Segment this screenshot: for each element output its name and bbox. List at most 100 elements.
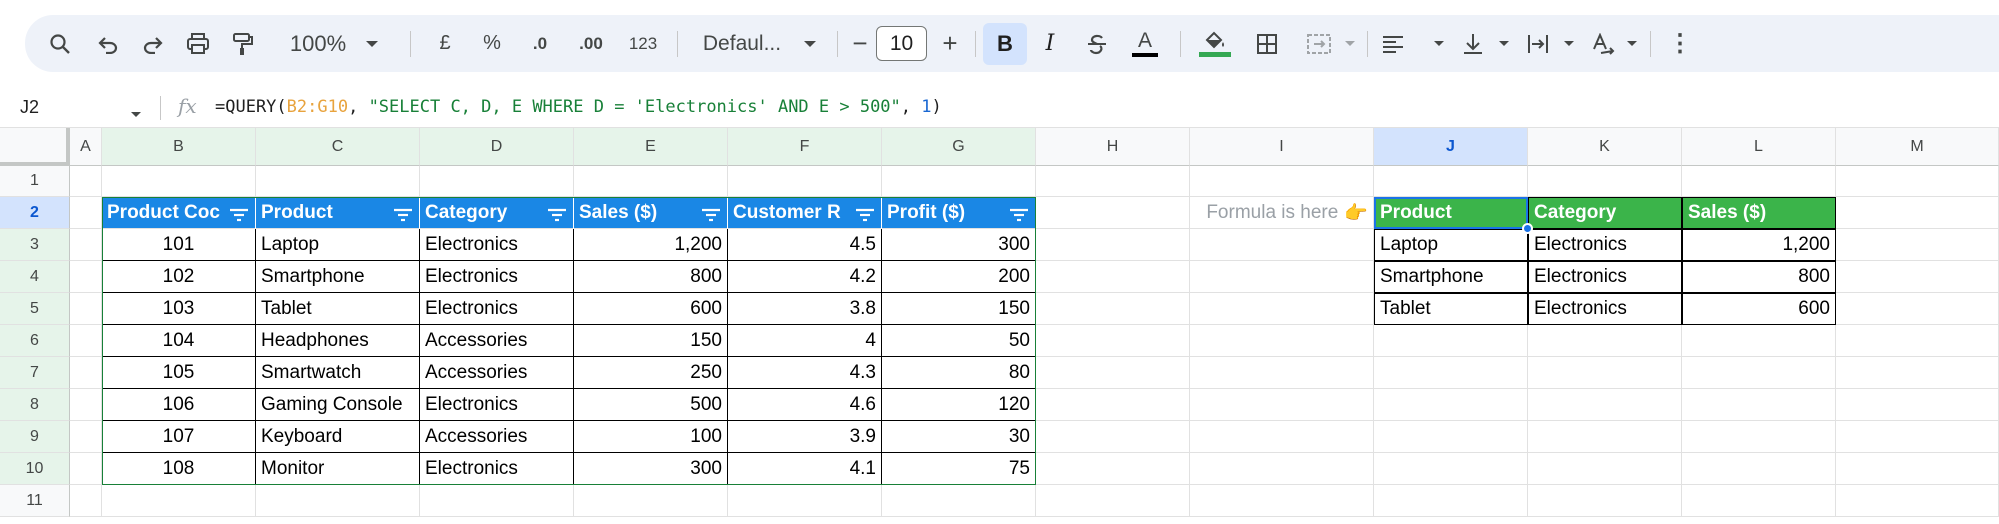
cell-j6[interactable] (1374, 325, 1528, 357)
currency-button[interactable]: £ (430, 15, 460, 72)
undo-icon[interactable] (90, 15, 126, 72)
source-data-cell[interactable]: 4 (728, 325, 882, 357)
source-data-cell[interactable]: Electronics (420, 293, 574, 325)
align-chevron-down-icon[interactable] (1430, 15, 1448, 72)
cell-b11[interactable] (102, 485, 256, 517)
percent-button[interactable]: % (477, 15, 507, 72)
cell-h10[interactable] (1036, 453, 1190, 485)
source-data-cell[interactable]: 107 (102, 421, 256, 453)
cell-m11[interactable] (1836, 485, 1999, 517)
cell-k6[interactable] (1528, 325, 1682, 357)
column-header-d[interactable]: D (420, 128, 574, 166)
cell-b1[interactable] (102, 166, 256, 197)
merge-chevron-down-icon[interactable] (1340, 15, 1360, 72)
source-data-cell[interactable]: 250 (574, 357, 728, 389)
font-size-increase-button[interactable]: + (935, 15, 965, 72)
source-data-cell[interactable]: Accessories (420, 421, 574, 453)
filter-icon[interactable] (393, 206, 413, 228)
fill-handle[interactable] (1522, 223, 1533, 234)
text-rotation-chevron-down-icon[interactable] (1623, 15, 1641, 72)
cell-i1[interactable] (1190, 166, 1374, 197)
cell-h7[interactable] (1036, 357, 1190, 389)
source-data-cell[interactable]: Monitor (256, 453, 420, 485)
cell-l6[interactable] (1682, 325, 1836, 357)
zoom-select[interactable]: 100% (283, 15, 353, 72)
paint-format-icon[interactable] (225, 15, 261, 72)
increase-decimal-button[interactable]: .00 (570, 15, 612, 72)
font-chevron-down-icon[interactable] (798, 15, 822, 72)
source-data-cell[interactable]: Headphones (256, 325, 420, 357)
cell-m8[interactable] (1836, 389, 1999, 421)
cell-k10[interactable] (1528, 453, 1682, 485)
source-data-cell[interactable]: 4.5 (728, 229, 882, 261)
source-data-cell[interactable]: 101 (102, 229, 256, 261)
cell-c11[interactable] (256, 485, 420, 517)
source-data-cell[interactable]: 3.8 (728, 293, 882, 325)
source-data-cell[interactable]: 50 (882, 325, 1036, 357)
name-box[interactable]: J2 (20, 97, 39, 118)
text-color-button[interactable]: A (1125, 15, 1165, 72)
column-header-k[interactable]: K (1528, 128, 1682, 166)
row-header-4[interactable]: 4 (0, 261, 70, 293)
source-data-cell[interactable]: 105 (102, 357, 256, 389)
source-data-cell[interactable]: Electronics (420, 229, 574, 261)
cell-a2[interactable] (70, 197, 102, 229)
source-data-cell[interactable]: 104 (102, 325, 256, 357)
source-data-cell[interactable]: Gaming Console (256, 389, 420, 421)
row-header-7[interactable]: 7 (0, 357, 70, 389)
bold-button[interactable]: B (983, 15, 1027, 72)
cell-e11[interactable] (574, 485, 728, 517)
formula-input[interactable]: =QUERY(B2:G10, "SELECT C, D, E WHERE D =… (215, 97, 942, 117)
cell-a3[interactable] (70, 229, 102, 261)
number-format-button[interactable]: 123 (622, 15, 664, 72)
row-header-2[interactable]: 2 (0, 197, 70, 229)
source-data-cell[interactable]: 4.2 (728, 261, 882, 293)
cell-l11[interactable] (1682, 485, 1836, 517)
italic-button[interactable]: I (1030, 15, 1070, 72)
source-header-cell[interactable]: Profit ($) (882, 197, 1036, 229)
cell-l8[interactable] (1682, 389, 1836, 421)
vertical-align-icon[interactable] (1455, 15, 1491, 72)
name-box-chevron-down-icon[interactable] (130, 105, 142, 123)
result-data-cell[interactable]: Smartphone (1374, 261, 1528, 293)
cell-h9[interactable] (1036, 421, 1190, 453)
cell-i11[interactable] (1190, 485, 1374, 517)
source-header-cell[interactable]: Product Coc (102, 197, 256, 229)
column-header-g[interactable]: G (882, 128, 1036, 166)
result-data-cell[interactable]: Electronics (1528, 261, 1682, 293)
column-header-h[interactable]: H (1036, 128, 1190, 166)
result-data-cell[interactable]: Laptop (1374, 229, 1528, 261)
source-data-cell[interactable]: 100 (574, 421, 728, 453)
cell-k8[interactable] (1528, 389, 1682, 421)
align-left-icon[interactable] (1375, 15, 1411, 72)
cell-j8[interactable] (1374, 389, 1528, 421)
filter-icon[interactable] (701, 206, 721, 228)
row-header-3[interactable]: 3 (0, 229, 70, 261)
source-data-cell[interactable]: 200 (882, 261, 1036, 293)
cell-k9[interactable] (1528, 421, 1682, 453)
result-data-cell[interactable]: Electronics (1528, 229, 1682, 261)
cell-m3[interactable] (1836, 229, 1999, 261)
row-header-1[interactable]: 1 (0, 166, 70, 197)
cell-d11[interactable] (420, 485, 574, 517)
cell-f1[interactable] (728, 166, 882, 197)
column-header-c[interactable]: C (256, 128, 420, 166)
source-data-cell[interactable]: Smartphone (256, 261, 420, 293)
vertical-align-chevron-down-icon[interactable] (1495, 15, 1513, 72)
source-data-cell[interactable]: Electronics (420, 453, 574, 485)
source-data-cell[interactable]: 106 (102, 389, 256, 421)
decrease-decimal-button[interactable]: .0 (520, 15, 560, 72)
source-header-cell[interactable]: Customer R (728, 197, 882, 229)
source-data-cell[interactable]: 800 (574, 261, 728, 293)
cell-j11[interactable] (1374, 485, 1528, 517)
cell-k11[interactable] (1528, 485, 1682, 517)
redo-icon[interactable] (135, 15, 171, 72)
cell-a8[interactable] (70, 389, 102, 421)
more-vert-icon[interactable]: ⋮ (1665, 15, 1695, 72)
row-header-5[interactable]: 5 (0, 293, 70, 325)
cell-h4[interactable] (1036, 261, 1190, 293)
cell-c1[interactable] (256, 166, 420, 197)
zoom-chevron-down-icon[interactable] (360, 15, 384, 72)
source-data-cell[interactable]: Electronics (420, 389, 574, 421)
font-size-input[interactable]: 10 (876, 26, 927, 61)
